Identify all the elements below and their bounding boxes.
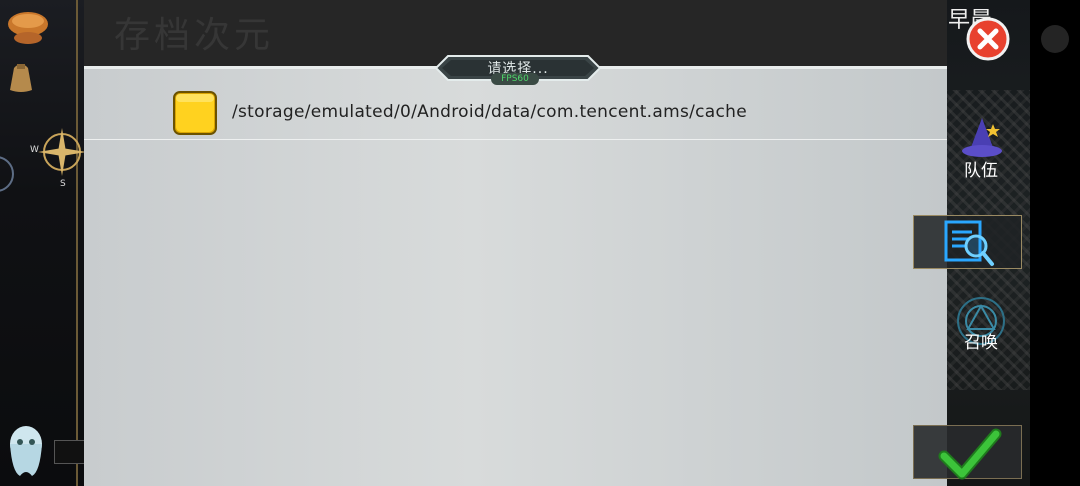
- floating-menu-button[interactable]: [1041, 25, 1069, 53]
- checkmark-icon: [938, 428, 1002, 480]
- file-list-item[interactable]: /storage/emulated/0/Android/data/com.ten…: [84, 84, 947, 140]
- nav-item-team-label: 队伍: [964, 161, 998, 181]
- bag-icon[interactable]: [6, 58, 36, 94]
- svg-text:S: S: [60, 179, 66, 188]
- file-picker-dialog: 存档次元 请选择... FPS60 /storage/emulated/0/An…: [84, 0, 947, 486]
- header-background-text: 存档次元: [114, 15, 275, 56]
- nav-item-summon[interactable]: 召唤: [950, 296, 1012, 356]
- file-path-label: /storage/emulated/0/Android/data/com.ten…: [232, 102, 747, 122]
- close-icon[interactable]: [966, 17, 1010, 61]
- document-search-icon: [944, 220, 994, 266]
- wizard-hat-icon: [962, 118, 1002, 157]
- nav-item-summon-label: 召唤: [964, 333, 998, 353]
- mushroom-icon[interactable]: [6, 4, 50, 48]
- left-bottom-tab[interactable]: [54, 440, 84, 464]
- nav-item-team[interactable]: 队伍: [950, 116, 1012, 186]
- screen-edge: [1030, 0, 1080, 486]
- left-game-panel: W S: [0, 0, 84, 486]
- folder-icon: [173, 91, 217, 135]
- compass-icon: W S: [30, 128, 84, 188]
- confirm-button[interactable]: [913, 425, 1022, 480]
- ghost-mascot-icon[interactable]: [6, 422, 46, 478]
- search-log-button[interactable]: [913, 215, 1022, 269]
- svg-text:W: W: [30, 145, 39, 155]
